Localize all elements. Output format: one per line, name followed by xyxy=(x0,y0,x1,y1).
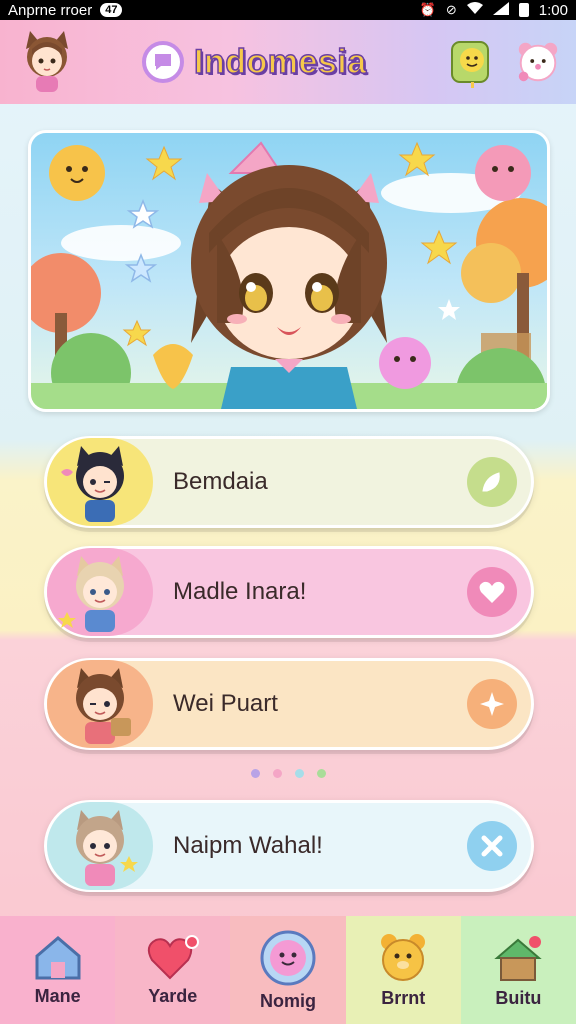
wifi-icon xyxy=(466,2,483,18)
nav-item-buitu[interactable]: Buitu xyxy=(460,916,576,1024)
card-label: Naipm Wahal! xyxy=(173,832,323,859)
pager-dot[interactable] xyxy=(250,769,260,778)
hero-banner[interactable] xyxy=(28,130,550,412)
carrier-name: Anprne rroer xyxy=(8,1,93,19)
nav-label: Nomig xyxy=(260,990,316,1011)
list-item[interactable]: Wei Puart xyxy=(44,658,534,750)
bear-button[interactable] xyxy=(514,34,562,90)
profile-avatar[interactable] xyxy=(14,29,80,95)
house-plant-icon xyxy=(494,935,543,981)
pager-dot[interactable] xyxy=(272,769,282,778)
notification-badge: 47 xyxy=(100,3,123,17)
nav-label: Brrnt xyxy=(381,987,426,1008)
bottom-nav: Mane Yarde Nomig Brrnt Buitu xyxy=(0,916,576,1024)
list-item[interactable]: Madle Inara! xyxy=(44,546,534,638)
nav-label: Buitu xyxy=(495,987,542,1008)
pager-dots xyxy=(0,769,576,778)
app-title: Indomesia xyxy=(193,42,367,82)
clock: 1:00 xyxy=(538,1,568,19)
character-avatar xyxy=(47,438,153,526)
card-label: Bemdaia xyxy=(173,468,268,495)
nav-label: Mane xyxy=(34,985,81,1006)
pet-button[interactable] xyxy=(448,34,496,90)
leaf-icon[interactable] xyxy=(467,457,517,507)
character-avatar xyxy=(47,802,153,890)
close-icon[interactable] xyxy=(467,821,517,871)
signal-icon xyxy=(492,2,509,18)
alarm-icon: ⏰ xyxy=(419,2,436,17)
character-avatar xyxy=(47,660,153,748)
heart-nav-icon xyxy=(147,934,199,979)
smile-face-icon xyxy=(260,930,316,985)
nav-item-yarde[interactable]: Yarde xyxy=(115,916,231,1024)
nav-item-brrnt[interactable]: Brrnt xyxy=(345,916,461,1024)
character-avatar xyxy=(47,548,153,636)
card-label: Wei Puart xyxy=(173,690,278,717)
list-item[interactable]: Bemdaia xyxy=(44,436,534,528)
hero-illustration xyxy=(31,141,547,409)
app-header: Indomesia xyxy=(0,20,576,104)
nav-label: Yarde xyxy=(148,985,198,1006)
cat-girl-avatar-icon xyxy=(26,31,68,92)
pager-dot[interactable] xyxy=(294,769,304,778)
bear-icon xyxy=(518,42,558,82)
heart-icon[interactable] xyxy=(467,567,517,617)
nav-item-mane[interactable]: Mane xyxy=(0,916,116,1024)
home-icon xyxy=(35,935,81,979)
smiley-pet-icon xyxy=(451,41,489,88)
pager-dot[interactable] xyxy=(316,769,326,778)
battery-icon xyxy=(518,3,529,17)
bear-nav-icon xyxy=(381,933,426,981)
list-item[interactable]: Naipm Wahal! xyxy=(44,800,534,892)
sparkle-icon[interactable] xyxy=(467,679,517,729)
card-label: Madle Inara! xyxy=(173,578,307,605)
dnd-icon: ⊘ xyxy=(445,2,457,17)
nav-item-nomig[interactable]: Nomig xyxy=(230,916,346,1024)
chat-bubble-icon xyxy=(142,41,184,83)
status-bar: Anprne rroer 47 ⏰ ⊘ 1:00 xyxy=(0,0,576,20)
